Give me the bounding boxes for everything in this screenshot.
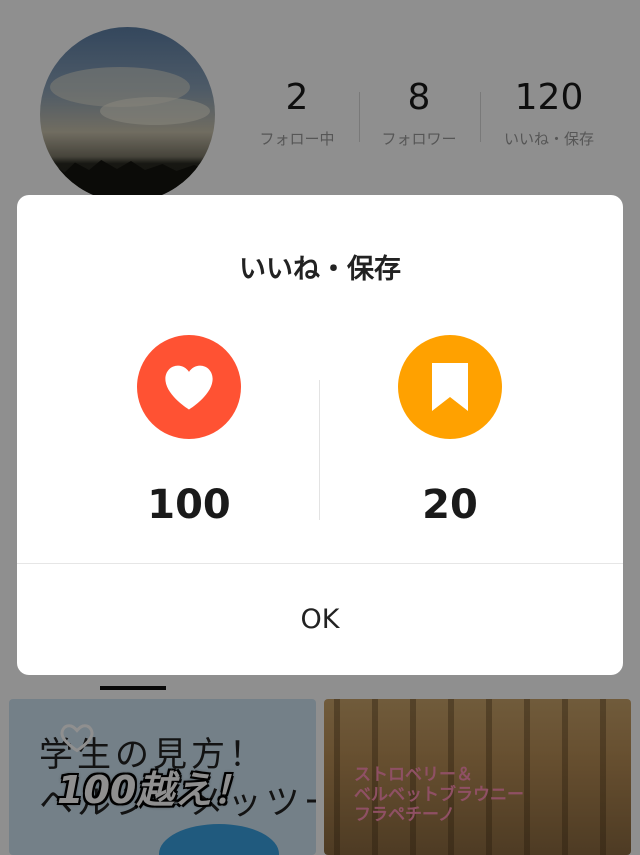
- likes-saves-dialog: いいね・保存 100 20 OK: [17, 195, 623, 675]
- saves-count: 20: [422, 482, 478, 528]
- bookmark-icon: [432, 363, 468, 411]
- likes-column: 100: [89, 335, 289, 531]
- likes-badge: [137, 335, 241, 439]
- ok-button[interactable]: OK: [17, 564, 623, 675]
- column-divider: [319, 380, 320, 520]
- dialog-title: いいね・保存: [239, 254, 401, 285]
- heart-icon: [165, 365, 213, 410]
- likes-count: 100: [147, 482, 231, 528]
- saves-column: 20: [350, 335, 550, 531]
- saves-badge: [398, 335, 502, 439]
